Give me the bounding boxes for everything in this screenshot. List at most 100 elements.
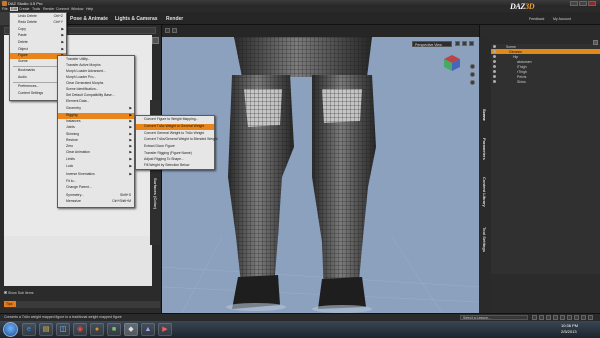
menu-item-fill-weight[interactable]: Fill Weight by Selection Below — [136, 163, 214, 169]
menu-help[interactable]: Help — [86, 7, 93, 11]
menu-item-memorize[interactable]: Memorize Ctrl+Shift+M — [58, 199, 134, 205]
menu-item-extract-dicon-figure[interactable]: Extract Dicon Figure — [136, 144, 214, 150]
tab-content-library[interactable]: Content Library — [482, 177, 487, 207]
visibility-eye-icon[interactable] — [493, 80, 496, 83]
close-button[interactable] — [588, 1, 596, 6]
viewport-tool-icon[interactable] — [165, 28, 170, 33]
menu-item-limits[interactable]: Limits ▶ — [58, 157, 134, 163]
menu-render[interactable]: Render — [43, 7, 54, 11]
menu-item-convert-general-to-triax[interactable]: Convert General Weight to TriAx Weight — [136, 131, 214, 137]
menu-item-convert-triax-to-general[interactable]: Convert TriAx Weight to General Weight — [136, 124, 214, 130]
menu-item-lock[interactable]: Lock ▶ — [58, 164, 134, 170]
viewport-camera-select[interactable]: Perspective View — [412, 41, 452, 47]
menu-item-delete[interactable]: Delete ▶ — [10, 40, 66, 46]
menu-item-element-data[interactable]: Element Data... — [58, 99, 134, 105]
scene-item-shins[interactable]: Shins — [491, 79, 600, 84]
menu-item-copy[interactable]: Copy ▶ — [10, 27, 66, 33]
visibility-eye-icon[interactable] — [493, 65, 496, 68]
pan-icon[interactable] — [470, 72, 475, 77]
menu-edit[interactable]: Edit — [10, 7, 19, 11]
menu-item-inverse-kinematics[interactable]: Inverse Kinematics ▶ — [58, 172, 134, 178]
tab-render[interactable]: Render — [166, 16, 183, 22]
clock-date[interactable]: 2/5/2013 — [561, 329, 577, 334]
lesson-select[interactable]: Select a Lesson... — [460, 315, 528, 320]
start-button[interactable] — [3, 322, 18, 337]
tab-tool-settings[interactable]: Tool Settings — [482, 227, 487, 252]
3d-viewport[interactable] — [162, 37, 479, 313]
menu-item-morph-loader-pro[interactable]: Morph Loader Pro... — [58, 75, 134, 81]
app2-icon[interactable]: ▲ — [141, 323, 155, 336]
view-cube-icon[interactable] — [443, 54, 461, 72]
menu-tools[interactable]: Tools — [32, 7, 40, 11]
visibility-eye-icon[interactable] — [493, 55, 496, 58]
folder-icon[interactable]: ▤ — [39, 323, 53, 336]
feedback-link[interactable]: Feedback — [529, 17, 544, 21]
status-icon[interactable] — [546, 315, 551, 320]
menu-item-transfer-active-morphs[interactable]: Transfer Active Morphs — [58, 63, 134, 69]
maximize-button[interactable] — [579, 1, 587, 6]
zoom-icon[interactable] — [470, 80, 475, 85]
orbit-icon[interactable] — [470, 64, 475, 69]
status-icon[interactable] — [574, 315, 579, 320]
tab-lights-cameras[interactable]: Lights & Cameras — [115, 16, 158, 22]
status-icon[interactable] — [581, 315, 586, 320]
explorer-icon[interactable]: ◫ — [56, 323, 70, 336]
status-icon[interactable] — [588, 315, 593, 320]
menu-item-fit-to[interactable]: Fit to... — [58, 179, 134, 185]
clock-time[interactable]: 10:36 PM — [561, 323, 578, 328]
tab-scene[interactable]: Scene — [482, 109, 487, 121]
menu-item-skinning[interactable]: Skinning ▶ — [58, 132, 134, 138]
status-icon[interactable] — [567, 315, 572, 320]
firefox-icon[interactable]: ● — [90, 323, 104, 336]
viewport-menu-icon[interactable] — [455, 41, 460, 46]
visibility-eye-icon[interactable] — [493, 50, 496, 53]
menu-item-morph-loader-advanced[interactable]: Morph Loader Advanced... — [58, 69, 134, 75]
visibility-eye-icon[interactable] — [493, 75, 496, 78]
menu-item-restore[interactable]: Restore ▶ — [58, 138, 134, 144]
menu-window[interactable]: Window — [71, 7, 83, 11]
status-icon[interactable] — [539, 315, 544, 320]
viewport-options-icon[interactable] — [469, 41, 474, 46]
menu-item-zero[interactable]: Zero ▶ — [58, 144, 134, 150]
pane-options-icon[interactable] — [593, 40, 598, 45]
tab-parameters[interactable]: Parameters — [482, 138, 487, 160]
show-sub-items-checkbox[interactable] — [4, 291, 7, 294]
viewport-display-icon[interactable] — [462, 41, 467, 46]
menu-item-joints[interactable]: Joints ▶ — [58, 125, 134, 131]
menu-item-change-parent[interactable]: Change Parent... — [58, 185, 134, 191]
menu-item-convert-figure-weight-mapping[interactable]: Convert Figure to Weight Mapping... — [136, 117, 214, 123]
menu-item-paste[interactable]: Paste ▶ — [10, 33, 66, 39]
menu-item-undo[interactable]: Undo Delete Ctrl+Z — [10, 14, 66, 20]
visibility-eye-icon[interactable] — [493, 60, 496, 63]
tips-tab[interactable]: Tips — [4, 301, 16, 307]
daz-studio-icon[interactable]: ◆ — [124, 323, 138, 336]
menu-item-clear-generated-morphs[interactable]: Clear Generated Morphs — [58, 81, 134, 87]
menu-item-adjust-rigging-shape[interactable]: Adjust Rigging To Shape... — [136, 157, 214, 163]
menu-item-transfer-utility[interactable]: Transfer Utility... — [58, 57, 134, 63]
menu-item-geometry[interactable]: Geometry ▶ — [58, 106, 134, 112]
status-icon[interactable] — [560, 315, 565, 320]
menu-item-clear-animation[interactable]: Clear Animation ▶ — [58, 150, 134, 156]
menu-item-rigging[interactable]: Rigging ▶ — [58, 113, 134, 119]
viewport-tool-icon[interactable] — [172, 28, 177, 33]
visibility-eye-icon[interactable] — [493, 45, 496, 48]
menu-item-object[interactable]: Object ▶ — [10, 47, 66, 53]
my-account-link[interactable]: My Account — [553, 17, 571, 21]
menu-file[interactable]: File — [2, 7, 8, 11]
chrome-icon[interactable]: ◉ — [73, 323, 87, 336]
tab-pose-animate[interactable]: Pose & Animate — [70, 16, 108, 22]
menu-create[interactable]: Create — [19, 7, 30, 11]
app-icon[interactable]: ■ — [107, 323, 121, 336]
media-icon[interactable]: ▶ — [158, 323, 172, 336]
internet-explorer-icon[interactable]: e — [22, 323, 36, 336]
menu-item-transfer-rigging[interactable]: Transfer Rigging (Figure Name) — [136, 151, 214, 157]
menu-item-scene-identification[interactable]: Scene Identification... — [58, 87, 134, 93]
status-icon[interactable] — [553, 315, 558, 320]
pane-options-icon[interactable] — [152, 37, 159, 44]
menu-item-set-default-compat[interactable]: Set Default Compatibility Base... — [58, 93, 134, 99]
visibility-eye-icon[interactable] — [493, 70, 496, 73]
tab-surfaces-color[interactable]: Surfaces (Color) — [153, 178, 158, 209]
menu-item-instances[interactable]: Instances ▶ — [58, 119, 134, 125]
menu-item-redo[interactable]: Redo Delete Ctrl+Y — [10, 20, 66, 26]
menu-connect[interactable]: Connect — [56, 7, 69, 11]
